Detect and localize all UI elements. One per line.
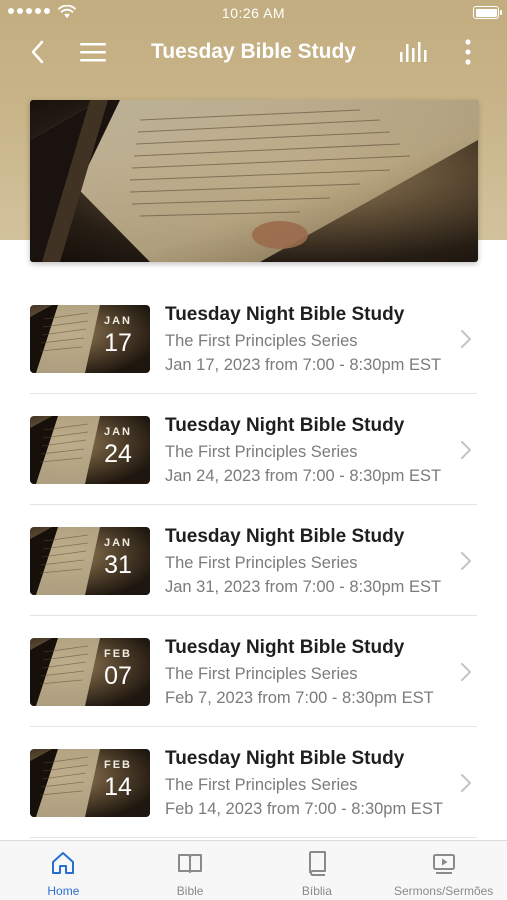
tab-label-home: Home <box>47 884 80 898</box>
chevron-right-icon <box>461 330 471 348</box>
event-day: 24 <box>104 440 132 468</box>
event-thumbnail: JAN 17 <box>30 305 150 373</box>
event-title: Tuesday Night Bible Study <box>165 748 405 769</box>
chevron-right-icon <box>461 552 471 570</box>
event-thumbnail: JAN 24 <box>30 416 150 484</box>
chevron-right-icon <box>461 441 471 459</box>
event-thumbnail: FEB 14 <box>30 749 150 817</box>
event-month: JAN <box>103 426 132 438</box>
chevron-right-icon <box>461 774 471 792</box>
chevron-right-icon <box>461 663 471 681</box>
event-month: JAN <box>103 537 132 549</box>
event-day: 14 <box>104 773 132 801</box>
audio-bars-icon <box>400 42 427 62</box>
event-date-badge: JAN 17 <box>98 315 138 357</box>
tab-label-sermons: Sermons/Sermões <box>393 884 494 898</box>
event-list: JAN 17 Tuesday Night Bible Study The First … <box>30 283 477 838</box>
event-datetime: Jan 31, 2023 from 7:00 - 8:30pm EST <box>165 578 442 596</box>
event-date-badge: FEB 14 <box>98 759 138 801</box>
event-row[interactable]: JAN 31 Tuesday Night Bible Study The First … <box>30 505 477 616</box>
status-bar: 10:26 AM <box>0 0 507 28</box>
video-icon <box>432 854 455 874</box>
event-title: Tuesday Night Bible Study <box>165 415 405 436</box>
event-date-badge: FEB 07 <box>98 648 138 690</box>
event-series: The First Principles Series <box>165 665 358 683</box>
more-options-button[interactable] <box>452 36 484 68</box>
event-thumbnail: JAN 31 <box>30 527 150 595</box>
battery-icon <box>473 6 502 19</box>
event-date-badge: JAN 24 <box>98 426 138 468</box>
event-month: JAN <box>103 315 132 327</box>
event-row[interactable]: JAN 24 Tuesday Night Bible Study The First … <box>30 394 477 505</box>
event-row[interactable]: JAN 17 Tuesday Night Bible Study The First … <box>30 283 477 394</box>
tab-bible[interactable]: Bible <box>127 841 254 900</box>
event-datetime: Jan 24, 2023 from 7:00 - 8:30pm EST <box>165 467 442 485</box>
status-time: 10:26 AM <box>221 5 286 21</box>
more-vertical-icon <box>465 39 471 65</box>
navigation-bar: Tuesday Bible Study <box>0 28 507 76</box>
event-datetime: Jan 17, 2023 from 7:00 - 8:30pm EST <box>165 356 442 374</box>
event-series: The First Principles Series <box>165 554 358 572</box>
closed-book-icon <box>308 851 326 876</box>
event-series: The First Principles Series <box>165 443 358 461</box>
hero-image <box>30 100 478 262</box>
page-title: Tuesday Bible Study <box>151 40 356 63</box>
home-icon <box>52 852 75 874</box>
event-title: Tuesday Night Bible Study <box>165 526 405 547</box>
tab-label-biblia: Bíblia <box>301 884 332 898</box>
event-day: 17 <box>104 329 132 357</box>
audio-bars-button[interactable] <box>398 36 430 68</box>
event-thumbnail: FEB 07 <box>30 638 150 706</box>
event-title: Tuesday Night Bible Study <box>165 304 405 325</box>
event-month: FEB <box>104 759 132 771</box>
tab-bar: Home Bible Bíblia Sermons/Sermões <box>0 840 507 900</box>
tab-home[interactable]: Home <box>0 841 127 900</box>
open-bible-image <box>30 100 478 262</box>
tab-label-bible: Bible <box>176 884 204 898</box>
event-row[interactable]: FEB 07 Tuesday Night Bible Study The First … <box>30 616 477 727</box>
event-date-badge: JAN 31 <box>98 537 138 579</box>
event-row[interactable]: FEB 14 Tuesday Night Bible Study The First … <box>30 727 477 838</box>
event-datetime: Feb 14, 2023 from 7:00 - 8:30pm EST <box>165 800 443 818</box>
event-day: 07 <box>104 662 132 690</box>
tab-biblia[interactable]: Bíblia <box>254 841 381 900</box>
event-series: The First Principles Series <box>165 776 358 794</box>
event-title: Tuesday Night Bible Study <box>165 637 405 658</box>
event-day: 31 <box>104 551 132 579</box>
tab-sermons[interactable]: Sermons/Sermões <box>380 841 507 900</box>
event-datetime: Feb 7, 2023 from 7:00 - 8:30pm EST <box>165 689 434 707</box>
event-series: The First Principles Series <box>165 332 358 350</box>
open-book-icon <box>178 854 203 873</box>
event-month: FEB <box>104 648 132 660</box>
